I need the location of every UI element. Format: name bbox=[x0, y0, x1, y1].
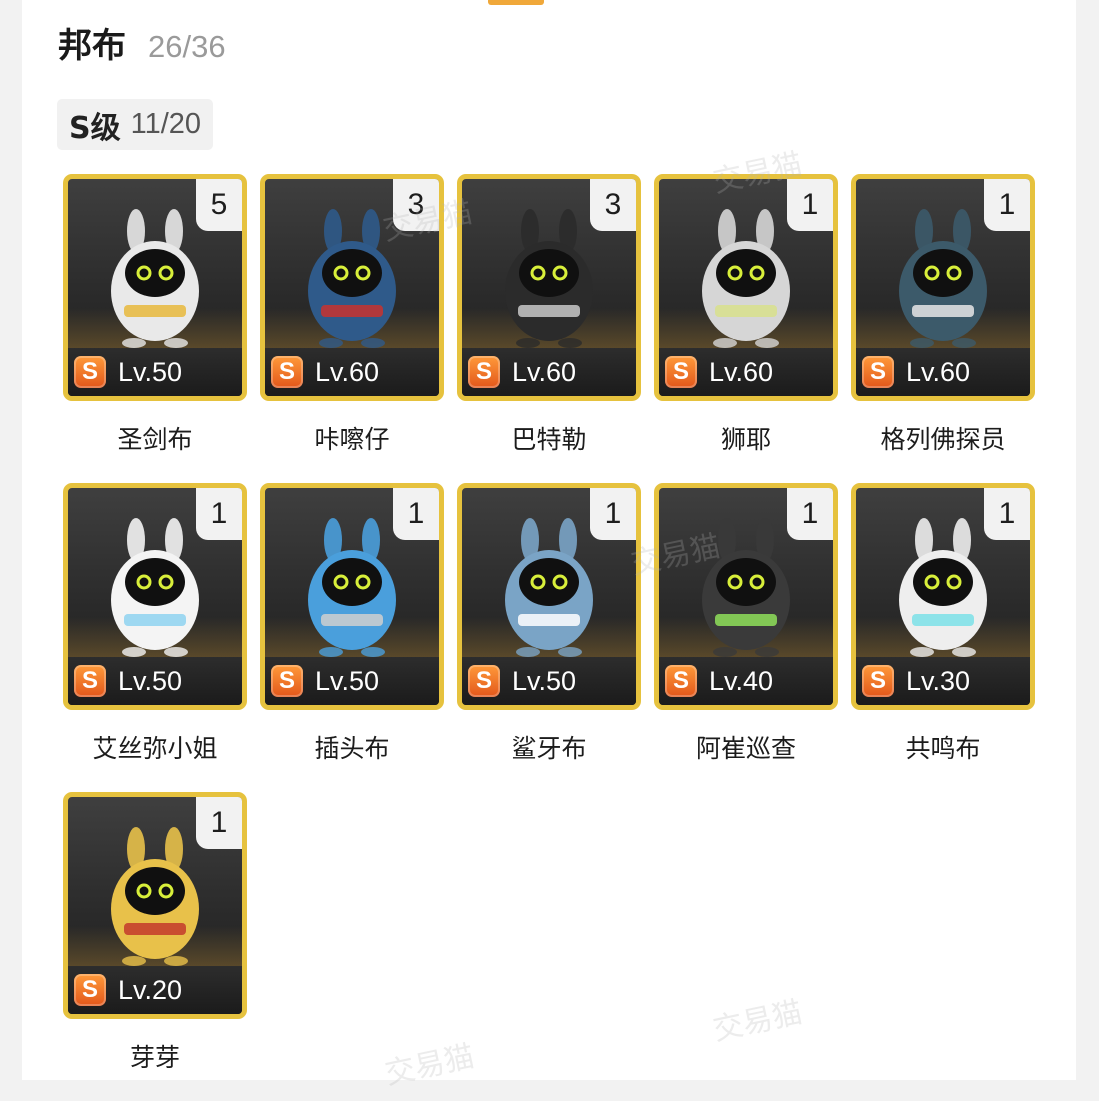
bangboo-name: 格列佛探员 bbox=[880, 425, 1006, 454]
bangboo-card[interactable]: 1 S Lv.60 bbox=[654, 174, 838, 401]
level-bar: S Lv.60 bbox=[856, 348, 1030, 396]
level-bar: S Lv.50 bbox=[68, 348, 242, 396]
bangboo-name: 鲨牙布 bbox=[511, 734, 587, 763]
s-rank-icon: S bbox=[468, 356, 500, 388]
level-label: Lv.50 bbox=[118, 665, 183, 696]
level-label: Lv.50 bbox=[512, 665, 577, 696]
bangboo-name: 狮耶 bbox=[720, 425, 771, 454]
bangboo-item[interactable]: 3 S Lv.60 咔嚓仔 bbox=[260, 174, 444, 483]
crowned-rabbit-figure-icon bbox=[111, 209, 199, 348]
s-rank-icon: S bbox=[665, 356, 697, 388]
bangboo-item[interactable]: 3 S Lv.60 巴特勒 bbox=[457, 174, 641, 483]
red-cap-figure-icon bbox=[308, 209, 396, 348]
s-rank-icon: S bbox=[74, 665, 106, 697]
bangboo-card[interactable]: 5 S Lv.50 bbox=[63, 174, 247, 401]
duplicate-count-badge: 1 bbox=[393, 488, 439, 540]
level-bar: S Lv.60 bbox=[659, 348, 833, 396]
bangboo-card[interactable]: 1 S Lv.40 bbox=[654, 483, 838, 710]
s-rank-icon: S bbox=[862, 356, 894, 388]
level-bar: S Lv.30 bbox=[856, 657, 1030, 705]
s-rank-icon: S bbox=[468, 665, 500, 697]
bangboo-card[interactable]: 1 S Lv.50 bbox=[457, 483, 641, 710]
bangboo-name: 艾丝弥小姐 bbox=[92, 734, 218, 763]
bangboo-card[interactable]: 3 S Lv.60 bbox=[260, 174, 444, 401]
level-bar: S Lv.40 bbox=[659, 657, 833, 705]
s-rank-icon: S bbox=[74, 356, 106, 388]
duplicate-count-badge: 3 bbox=[393, 179, 439, 231]
level-bar: S Lv.50 bbox=[462, 657, 636, 705]
bangboo-card[interactable]: 1 S Lv.50 bbox=[63, 483, 247, 710]
s-rank-icon: S bbox=[74, 974, 106, 1006]
level-label: Lv.60 bbox=[906, 356, 971, 387]
bangboo-card[interactable]: 1 S Lv.30 bbox=[851, 483, 1035, 710]
bangboo-item[interactable]: 1 S Lv.50 插头布 bbox=[260, 483, 444, 792]
bangboo-item[interactable]: 1 S Lv.50 鲨牙布 bbox=[457, 483, 641, 792]
bangboo-name: 插头布 bbox=[314, 734, 390, 763]
bangboo-card[interactable]: 1 S Lv.20 bbox=[63, 792, 247, 1019]
duplicate-count-badge: 1 bbox=[984, 179, 1030, 231]
duplicate-count-badge: 1 bbox=[984, 488, 1030, 540]
duplicate-count-badge: 1 bbox=[196, 488, 242, 540]
tier-name: S级 bbox=[69, 110, 121, 146]
sprout-figure-icon bbox=[111, 827, 199, 966]
top-tab-indicator bbox=[488, 0, 544, 5]
bangboo-item[interactable]: 1 S Lv.60 格列佛探员 bbox=[851, 174, 1035, 483]
bangboo-name: 巴特勒 bbox=[511, 425, 587, 454]
bangboo-grid: 5 S Lv.50 圣剑布 3 S Lv.60 咔嚓仔 3 S Lv.60 巴特… bbox=[63, 174, 1053, 1101]
s-rank-icon: S bbox=[271, 356, 303, 388]
bangboo-item[interactable]: 1 S Lv.60 狮耶 bbox=[654, 174, 838, 483]
level-label: Lv.30 bbox=[906, 665, 971, 696]
level-bar: S Lv.60 bbox=[462, 348, 636, 396]
bangboo-item[interactable]: 1 S Lv.30 共鸣布 bbox=[851, 483, 1035, 792]
duplicate-count-badge: 1 bbox=[787, 488, 833, 540]
duplicate-count-badge: 1 bbox=[590, 488, 636, 540]
bangboo-name: 圣剑布 bbox=[117, 425, 193, 454]
duplicate-count-badge: 5 bbox=[196, 179, 242, 231]
duplicate-count-badge: 3 bbox=[590, 179, 636, 231]
bangboo-name: 咔嚓仔 bbox=[314, 425, 390, 454]
lion-figure-icon bbox=[702, 209, 790, 348]
level-bar: S Lv.60 bbox=[265, 348, 439, 396]
page-title: 邦布 bbox=[58, 26, 126, 66]
bangboo-card[interactable]: 1 S Lv.50 bbox=[260, 483, 444, 710]
tier-count: 11/20 bbox=[130, 108, 202, 140]
level-bar: S Lv.50 bbox=[265, 657, 439, 705]
collection-count: 26/36 bbox=[148, 29, 226, 64]
s-rank-icon: S bbox=[271, 665, 303, 697]
bangboo-card[interactable]: 1 S Lv.60 bbox=[851, 174, 1035, 401]
section-header: 邦布 26/36 bbox=[58, 18, 226, 66]
bangboo-name: 芽芽 bbox=[129, 1043, 180, 1072]
speaker-figure-icon bbox=[899, 518, 987, 657]
level-bar: S Lv.50 bbox=[68, 657, 242, 705]
duplicate-count-badge: 1 bbox=[787, 179, 833, 231]
bangboo-card[interactable]: 3 S Lv.60 bbox=[457, 174, 641, 401]
plug-figure-icon bbox=[308, 518, 396, 657]
level-label: Lv.50 bbox=[315, 665, 380, 696]
ghost-dress-figure-icon bbox=[111, 518, 199, 657]
level-label: Lv.60 bbox=[709, 356, 774, 387]
bangboo-name: 共鸣布 bbox=[905, 734, 981, 763]
level-label: Lv.40 bbox=[709, 665, 774, 696]
butler-figure-icon bbox=[505, 209, 593, 348]
bangboo-item[interactable]: 1 S Lv.50 艾丝弥小姐 bbox=[63, 483, 247, 792]
bangboo-name: 阿崔巡查 bbox=[695, 734, 796, 763]
s-rank-icon: S bbox=[665, 665, 697, 697]
duplicate-count-badge: 1 bbox=[196, 797, 242, 849]
level-label: Lv.60 bbox=[315, 356, 380, 387]
agent-figure-icon bbox=[899, 209, 987, 348]
level-bar: S Lv.20 bbox=[68, 966, 242, 1014]
s-rank-icon: S bbox=[862, 665, 894, 697]
shark-figure-icon bbox=[505, 518, 593, 657]
bangboo-item[interactable]: 1 S Lv.20 芽芽 bbox=[63, 792, 247, 1101]
bangboo-item[interactable]: 5 S Lv.50 圣剑布 bbox=[63, 174, 247, 483]
tier-filter-tag[interactable]: S级 11/20 bbox=[57, 99, 214, 150]
level-label: Lv.50 bbox=[118, 356, 183, 387]
level-label: Lv.20 bbox=[118, 974, 183, 1005]
bangboo-item[interactable]: 1 S Lv.40 阿崔巡查 bbox=[654, 483, 838, 792]
level-label: Lv.60 bbox=[512, 356, 577, 387]
patrol-figure-icon bbox=[702, 518, 790, 657]
